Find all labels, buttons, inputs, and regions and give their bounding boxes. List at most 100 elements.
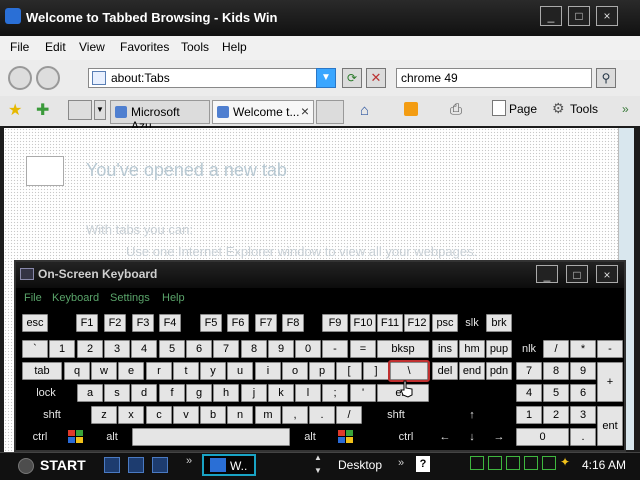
stop-button[interactable]: ✕: [366, 68, 386, 88]
key-numpad-5[interactable]: 5: [543, 384, 569, 402]
key-period[interactable]: .: [309, 406, 335, 424]
osk-menu-keyboard[interactable]: Keyboard: [52, 292, 99, 304]
osk-maximize-button[interactable]: □: [566, 265, 588, 283]
key-f9[interactable]: F9: [322, 314, 348, 332]
tab-welcome[interactable]: Welcome t... ×: [212, 100, 314, 124]
feeds-icon[interactable]: [404, 102, 418, 116]
search-button[interactable]: ⚲: [596, 68, 616, 88]
key-w[interactable]: w: [91, 362, 117, 380]
key-comma[interactable]: ,: [282, 406, 308, 424]
key-backtick[interactable]: `: [22, 340, 48, 358]
osk-menu-file[interactable]: File: [24, 292, 42, 304]
key-left-alt[interactable]: alt: [94, 428, 130, 446]
key-f2[interactable]: F2: [104, 314, 126, 332]
key-f4[interactable]: F4: [159, 314, 181, 332]
key-f1[interactable]: F1: [76, 314, 98, 332]
tab-close-icon[interactable]: ×: [301, 103, 309, 119]
key-end[interactable]: end: [459, 362, 485, 380]
help-icon[interactable]: ?: [416, 456, 430, 472]
back-button[interactable]: [8, 66, 32, 90]
key-b[interactable]: b: [200, 406, 226, 424]
key-slk[interactable]: slk: [459, 314, 485, 332]
tab-list-dropdown[interactable]: ▼: [94, 100, 106, 120]
key-h[interactable]: h: [213, 384, 239, 402]
key-delete[interactable]: del: [432, 362, 458, 380]
osk-minimize-button[interactable]: _: [536, 265, 558, 283]
taskbar-window-button[interactable]: W..: [202, 454, 256, 476]
title-bar[interactable]: Welcome to Tabbed Browsing - Kids Win _ …: [0, 0, 640, 36]
key-e[interactable]: e: [118, 362, 144, 380]
search-input[interactable]: chrome 49: [396, 68, 592, 88]
key-arrow-up[interactable]: ↑: [459, 406, 485, 424]
key-9[interactable]: 9: [268, 340, 294, 358]
key-v[interactable]: v: [173, 406, 199, 424]
key-6[interactable]: 6: [186, 340, 212, 358]
key-backslash[interactable]: \: [388, 360, 430, 382]
page-menu-button[interactable]: Page: [509, 102, 537, 116]
key-t[interactable]: t: [173, 362, 199, 380]
key-k[interactable]: k: [268, 384, 294, 402]
key-equals[interactable]: =: [350, 340, 376, 358]
menu-help[interactable]: Help: [222, 40, 247, 54]
key-j[interactable]: j: [241, 384, 267, 402]
key-2[interactable]: 2: [77, 340, 103, 358]
start-button[interactable]: START: [12, 455, 88, 477]
tray-tool-icon[interactable]: [542, 456, 556, 470]
key-right-bracket[interactable]: ]: [363, 362, 389, 380]
key-right-shift[interactable]: shft: [366, 406, 426, 424]
close-button[interactable]: ×: [596, 6, 618, 26]
address-field[interactable]: about:Tabs: [88, 68, 336, 88]
windows-key-right-icon[interactable]: [336, 428, 356, 446]
key-left-shift[interactable]: shft: [22, 406, 82, 424]
key-f7[interactable]: F7: [255, 314, 277, 332]
quicklaunch-chevron-icon[interactable]: »: [186, 455, 192, 467]
key-esc[interactable]: esc: [22, 314, 48, 332]
menu-tools[interactable]: Tools: [181, 40, 209, 54]
key-numpad-multiply[interactable]: *: [570, 340, 596, 358]
key-numpad-divide[interactable]: /: [543, 340, 569, 358]
key-numpad-minus[interactable]: -: [597, 340, 623, 358]
key-numpad-6[interactable]: 6: [570, 384, 596, 402]
key-home[interactable]: hm: [459, 340, 485, 358]
key-psc[interactable]: psc: [432, 314, 458, 332]
minimize-button[interactable]: _: [540, 6, 562, 26]
key-a[interactable]: a: [77, 384, 103, 402]
key-f6[interactable]: F6: [227, 314, 249, 332]
key-numpad-1[interactable]: 1: [516, 406, 542, 424]
menu-favorites[interactable]: Favorites: [120, 40, 169, 54]
taskbar-scroll-down-icon[interactable]: ▼: [314, 466, 322, 475]
key-f11[interactable]: F11: [377, 314, 403, 332]
key-p[interactable]: p: [309, 362, 335, 380]
key-num-lock[interactable]: nlk: [516, 340, 542, 358]
key-left-bracket[interactable]: [: [336, 362, 362, 380]
key-0[interactable]: 0: [295, 340, 321, 358]
key-numpad-2[interactable]: 2: [543, 406, 569, 424]
key-numpad-4[interactable]: 4: [516, 384, 542, 402]
key-space[interactable]: [132, 428, 290, 446]
favorites-star-icon[interactable]: ★: [8, 100, 22, 120]
tray-network-icon[interactable]: [470, 456, 484, 470]
key-7[interactable]: 7: [213, 340, 239, 358]
tray-monitor-icon[interactable]: [524, 456, 538, 470]
key-i[interactable]: i: [255, 362, 281, 380]
quicklaunch-desktop-icon[interactable]: [104, 457, 120, 473]
key-arrow-left[interactable]: ←: [432, 428, 458, 446]
quicklaunch-app-icon[interactable]: [152, 457, 168, 473]
key-n[interactable]: n: [227, 406, 253, 424]
key-numpad-0[interactable]: 0: [516, 428, 569, 446]
key-numpad-plus[interactable]: +: [597, 362, 623, 402]
print-icon[interactable]: ⎙: [450, 101, 462, 118]
key-m[interactable]: m: [255, 406, 281, 424]
key-5[interactable]: 5: [159, 340, 185, 358]
key-brk[interactable]: brk: [486, 314, 512, 332]
key-numpad-3[interactable]: 3: [570, 406, 596, 424]
key-r[interactable]: r: [146, 362, 172, 380]
system-clock[interactable]: 4:16 AM: [582, 458, 626, 472]
new-tab-button[interactable]: [316, 100, 344, 124]
menu-edit[interactable]: Edit: [45, 40, 66, 54]
key-slash[interactable]: /: [336, 406, 362, 424]
quicklaunch-ie-icon[interactable]: [128, 457, 144, 473]
key-x[interactable]: x: [118, 406, 144, 424]
key-page-up[interactable]: pup: [486, 340, 512, 358]
key-numpad-7[interactable]: 7: [516, 362, 542, 380]
